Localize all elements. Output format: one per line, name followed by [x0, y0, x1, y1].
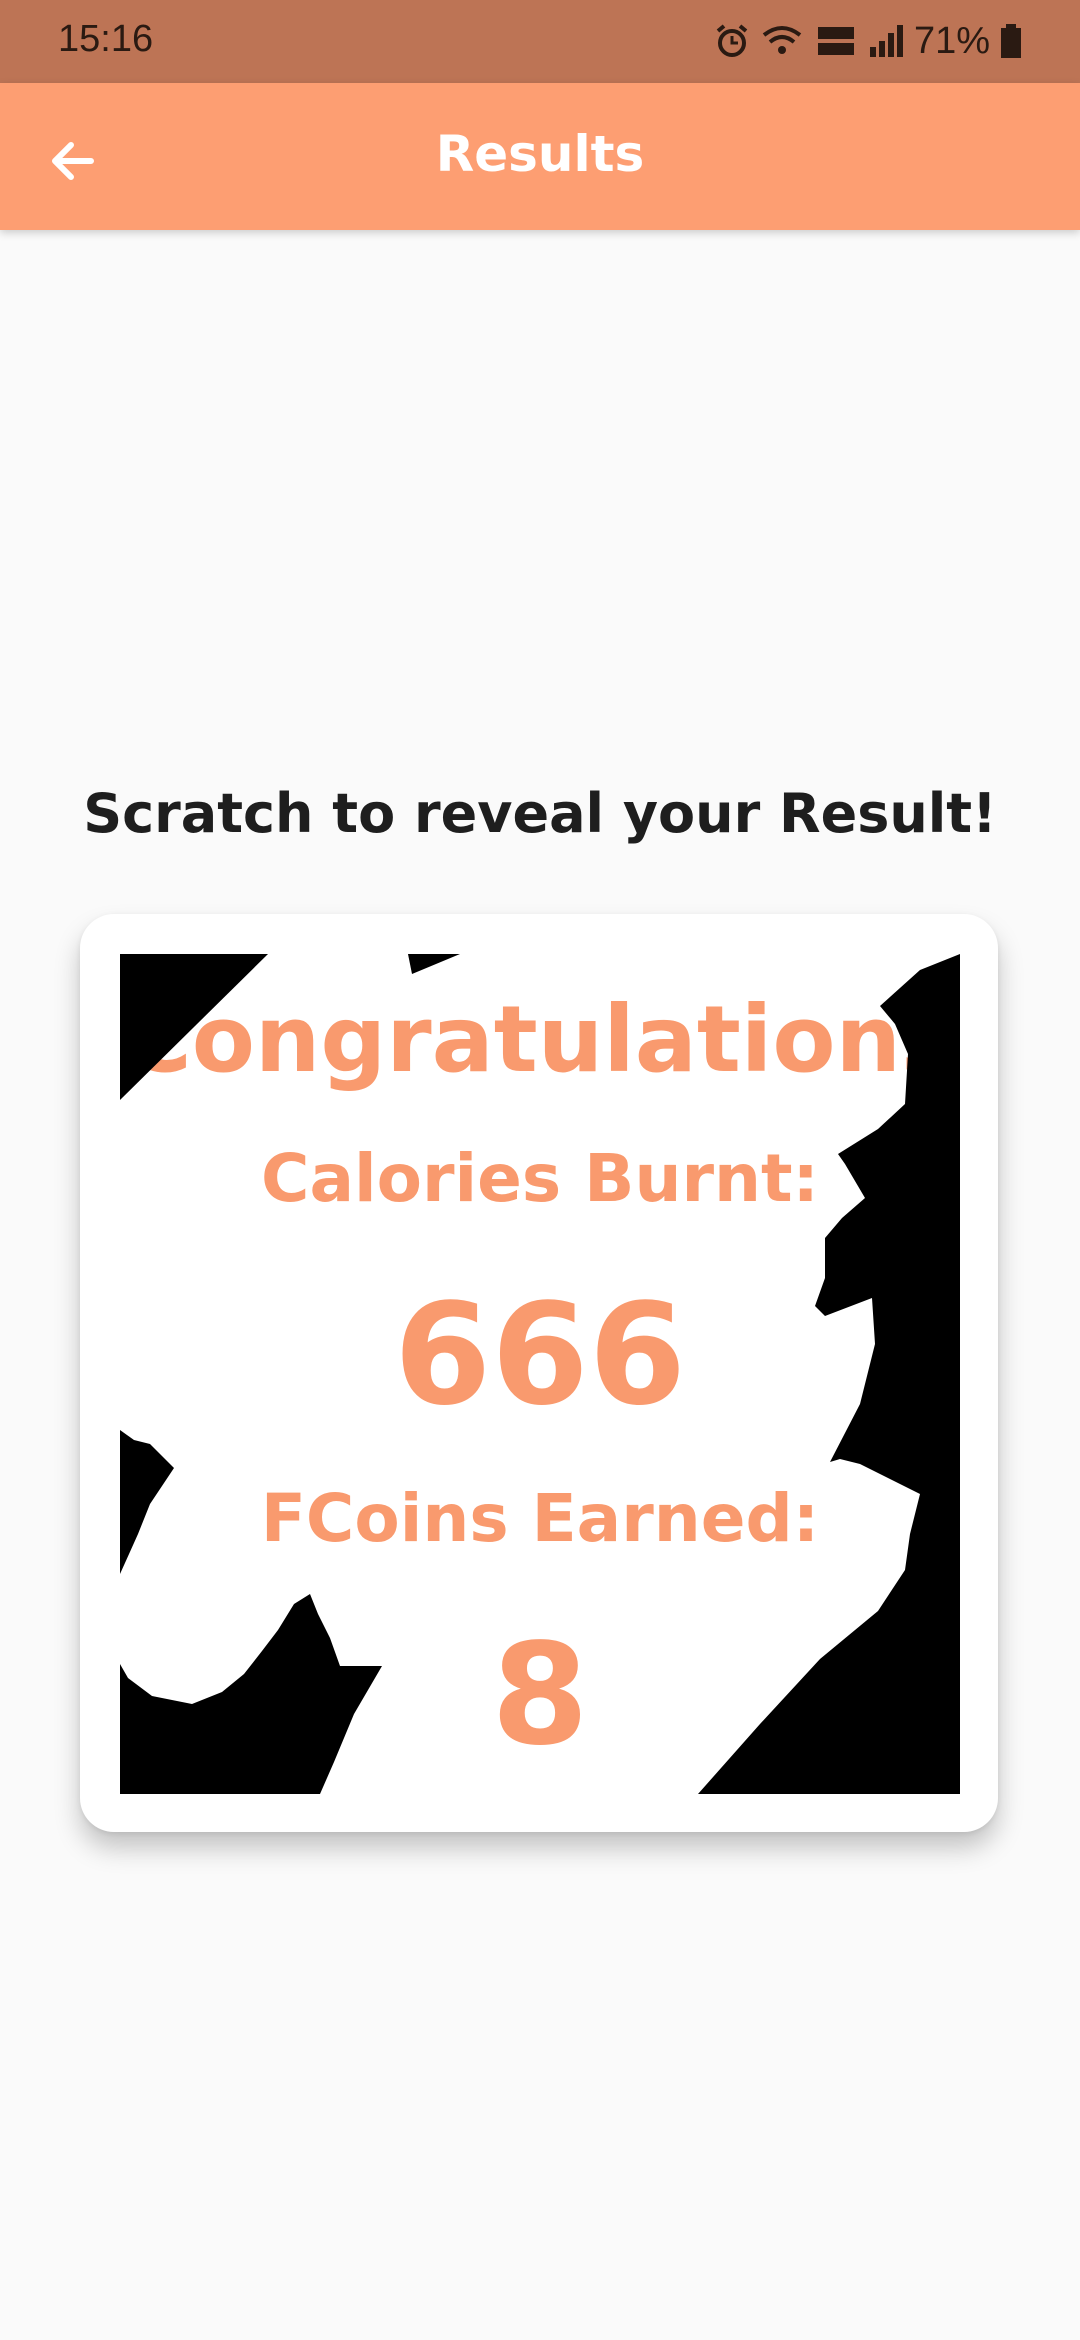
volte-lte-icon: [817, 27, 854, 55]
alarm-icon: [716, 24, 748, 57]
page-title: Results: [435, 125, 645, 183]
scratch-patch: [120, 1430, 174, 1574]
result-card: Congratulations Calories Burnt: 666 FCoi…: [80, 914, 998, 1832]
scratch-patch: [120, 1594, 382, 1794]
scratch-card[interactable]: Congratulations Calories Burnt: 666 FCoi…: [120, 954, 960, 1794]
battery-percentage: 71%: [913, 19, 990, 62]
scratch-patch: [408, 954, 460, 974]
status-icons: 71%: [704, 16, 1022, 66]
scratch-patch: [698, 954, 960, 1794]
signal-icon: [869, 25, 903, 57]
scratch-overlay[interactable]: [120, 954, 960, 1794]
wifi-icon: [762, 26, 802, 54]
battery-icon: [1001, 24, 1021, 58]
scratch-patch: [120, 954, 268, 1100]
scratch-prompt: Scratch to reveal your Result!: [83, 782, 997, 845]
status-bar: 15:16 71%: [0, 0, 1080, 83]
app-bar: Results: [0, 83, 1080, 230]
status-time: 15:16: [58, 18, 154, 60]
